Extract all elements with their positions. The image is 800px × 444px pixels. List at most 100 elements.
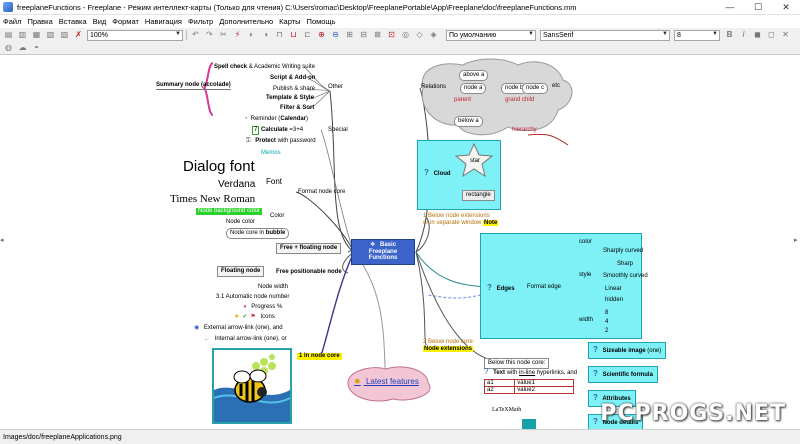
hidden-node[interactable]: hidden [605, 297, 623, 304]
zoom-select[interactable]: 100% ▼ [87, 29, 183, 41]
times-node[interactable]: Times New Roman [170, 193, 255, 205]
close-map-icon[interactable]: ✗ [73, 30, 84, 41]
find-icon[interactable]: ◐ [246, 30, 257, 41]
menu-edit[interactable]: Правка [27, 17, 52, 26]
smoothly-curved-node[interactable]: Smoothly curved [603, 273, 648, 280]
print-icon[interactable]: ▨ [59, 30, 70, 41]
root-node[interactable]: ❖ Basic Freeplane Functions [351, 239, 415, 265]
bold-button[interactable]: B [724, 30, 735, 41]
cut-icon[interactable]: ✂ [218, 30, 229, 41]
spell-check-node[interactable]: Spell check & Academic Writing suite [214, 64, 315, 71]
node-bg-color-node[interactable]: Node background color [196, 208, 263, 215]
maximize-button[interactable]: ☐ [744, 0, 772, 15]
icons-node[interactable]: ★ ✔ ⚑ Icons [234, 314, 275, 321]
attribute-table[interactable]: a1 value1 a2 value2 [483, 379, 574, 394]
edge-style-node[interactable]: style [579, 272, 591, 279]
internal-arrow-node[interactable]: ← Internal arrow-link (one), or [204, 336, 287, 343]
font-color-icon[interactable]: ◼ [752, 30, 763, 41]
in-node-core-node[interactable]: 1 In node core [297, 353, 342, 360]
width-2-node[interactable]: 2 [605, 328, 608, 335]
connect-icon[interactable]: ⊖ [330, 30, 341, 41]
etc-node[interactable]: etc [552, 83, 560, 90]
below-this-node[interactable]: Below this node core: [484, 358, 550, 369]
menu-file[interactable]: Файл [3, 17, 21, 26]
style-select[interactable]: По умолчанию ▼ [446, 29, 536, 41]
node-color-node[interactable]: Node color [226, 219, 255, 226]
other-node[interactable]: Other [328, 84, 343, 91]
grand-child-node[interactable]: grand child [505, 97, 534, 104]
left-panel-handle-icon[interactable]: ◂ [0, 236, 6, 248]
bg-color-icon[interactable]: ◻ [766, 30, 777, 41]
latest-features-node[interactable]: ✸ Latest features [354, 377, 419, 387]
minimize-button[interactable]: — [716, 0, 744, 15]
linear-node[interactable]: Linear [605, 286, 622, 293]
sizeable-image-node[interactable]: ? Sizeable image (one) [588, 342, 667, 359]
bubble-node[interactable]: Node core in bubble [226, 228, 290, 239]
find-next-icon[interactable]: ◑ [260, 30, 271, 41]
move-up-icon[interactable]: ⊏ [302, 30, 313, 41]
sharply-curved-node[interactable]: Sharply curved [603, 248, 643, 255]
edge-width-node[interactable]: width [579, 317, 593, 324]
width-4-node[interactable]: 4 [605, 319, 608, 326]
approach-icon[interactable]: ◇ [414, 30, 425, 41]
save-icon[interactable]: ▦ [31, 30, 42, 41]
cloud-node[interactable]: ? Cloud [424, 169, 451, 178]
collapse-icon[interactable]: ◈ [428, 30, 439, 41]
menu-help[interactable]: Помощь [307, 17, 336, 26]
right-panel-handle-icon[interactable]: ▸ [794, 236, 800, 248]
free-floating-node[interactable]: Free + floating node [276, 243, 342, 254]
latex-node[interactable]: LaTeXMath [492, 407, 521, 414]
protect-node[interactable]: ⚿ Protect with password [246, 138, 316, 145]
summary-node[interactable]: Summary node (accolade) [156, 82, 231, 90]
hierarchy-node[interactable]: hierarchy [512, 127, 537, 134]
fit-icon[interactable]: ⊠ [372, 30, 383, 41]
hyperlink-icon[interactable]: ⚡ [232, 30, 243, 41]
new-map-icon[interactable]: ▤ [3, 30, 14, 41]
format-node-core-node[interactable]: Format node core [298, 189, 345, 196]
scientific-formula-node[interactable]: ? Scientific formula [588, 366, 658, 383]
verdana-node[interactable]: Verdana [218, 179, 255, 190]
font-node[interactable]: Font [266, 177, 282, 187]
star-node[interactable]: star [470, 158, 480, 165]
below-core-node[interactable]: 2 Below node core: Node extensions [423, 339, 474, 352]
image-thumbnail[interactable] [522, 419, 536, 429]
cloud-section[interactable]: ? Cloud star rectangle [417, 140, 501, 210]
cloud-shape-icon[interactable]: ☁ [17, 43, 28, 54]
zoom-out-icon[interactable]: ⊟ [358, 30, 369, 41]
open-map-icon[interactable]: ▥ [17, 30, 28, 41]
pattern-icon[interactable]: ◓ [31, 43, 42, 54]
above-a-node[interactable]: above a [459, 70, 489, 81]
node-a-node[interactable]: node a [460, 83, 487, 94]
text-hyperlink-node[interactable]: ? Text with in-line hyperlinks, and [484, 368, 577, 377]
menu-view[interactable]: Вид [93, 17, 107, 26]
menu-filter[interactable]: Фильтр [188, 17, 213, 26]
save-as-icon[interactable]: ▧ [45, 30, 56, 41]
menu-navigate[interactable]: Навигация [145, 17, 182, 26]
edges-node[interactable]: ? Edges [487, 284, 515, 293]
format-edge-node[interactable]: Format edge [527, 284, 561, 291]
auto-number-node[interactable]: 3.1 Automatic node number [216, 294, 289, 301]
free-positionable-node[interactable]: Free positionable node [276, 269, 342, 276]
calculate-node[interactable]: 7 Calculate =3+4 [252, 126, 303, 135]
redo-icon[interactable]: ↷ [204, 30, 215, 41]
menu-tools[interactable]: Дополнительно [219, 17, 273, 26]
remove-format-icon[interactable]: ✕ [780, 30, 791, 41]
zoom-in-icon[interactable]: ⊞ [344, 30, 355, 41]
font-select[interactable]: SansSerif ▼ [540, 29, 670, 41]
external-arrow-node[interactable]: ◉ External arrow-link (one), and [194, 325, 283, 332]
relations-node[interactable]: Relations [421, 84, 446, 91]
script-node[interactable]: Script & Add-on [270, 75, 315, 82]
node-c-node[interactable]: node c [522, 83, 549, 94]
cloud-icon[interactable]: ⊕ [316, 30, 327, 41]
bee-image-node[interactable] [212, 348, 292, 424]
below-ext-node[interactable]: 1 Below node extensions or in separate wi… [423, 213, 499, 226]
edge-color-node[interactable]: color [579, 239, 592, 246]
width-8-node[interactable]: 8 [605, 310, 608, 317]
mind-map-canvas[interactable]: Summary node (accolade) Other Spell chec… [8, 55, 792, 429]
sharp-node[interactable]: Sharp [617, 261, 633, 268]
special-node[interactable]: Special [328, 127, 348, 134]
below-a-node[interactable]: below a [454, 116, 483, 127]
node-width-node[interactable]: Node width [258, 284, 288, 291]
color-node[interactable]: Color [270, 213, 284, 220]
parent-node[interactable]: parent [454, 97, 471, 104]
